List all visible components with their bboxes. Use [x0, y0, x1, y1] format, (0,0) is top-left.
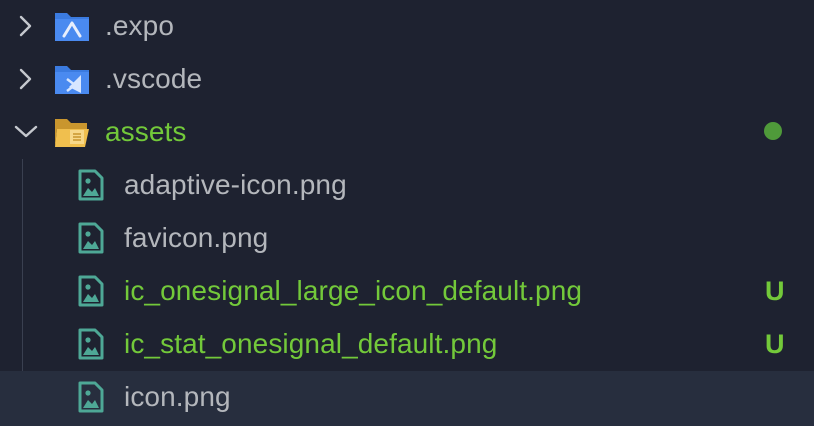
- tree-item-label: adaptive-icon.png: [124, 169, 347, 200]
- chevron-right-icon[interactable]: [11, 64, 41, 94]
- image-file-icon: [78, 381, 104, 413]
- git-modified-dot: [764, 122, 782, 140]
- tree-item-label: .expo: [105, 10, 174, 41]
- tree-item-vscode-folder[interactable]: .vscode: [0, 53, 814, 106]
- tree-item-file-selected[interactable]: icon.png: [0, 371, 814, 426]
- tree-item-label: ic_stat_onesignal_default.png: [124, 328, 498, 359]
- git-status-badge: U: [765, 276, 785, 306]
- tree-item-assets-folder[interactable]: assets: [0, 106, 814, 159]
- tree-item-label: favicon.png: [124, 222, 269, 253]
- tree-item-label: ic_onesignal_large_icon_default.png: [124, 275, 583, 306]
- chevron-right-icon[interactable]: [11, 11, 41, 41]
- expo-folder-icon: [55, 13, 89, 41]
- tree-item-file[interactable]: favicon.png: [0, 212, 814, 265]
- image-file-icon: [78, 222, 104, 254]
- tree-item-label: .vscode: [105, 63, 203, 94]
- image-file-icon: [78, 169, 104, 201]
- git-status-badge: U: [765, 329, 785, 359]
- tree-item-label: assets: [105, 116, 187, 147]
- tree-item-file[interactable]: adaptive-icon.png: [0, 159, 814, 212]
- tree-item-file[interactable]: ic_stat_onesignal_default.png U: [0, 318, 814, 371]
- vscode-folder-icon: [55, 66, 89, 94]
- tree-item-file[interactable]: ic_onesignal_large_icon_default.png U: [0, 265, 814, 318]
- image-file-icon: [78, 328, 104, 360]
- image-file-icon: [78, 275, 104, 307]
- assets-folder-open-icon: [55, 119, 89, 147]
- chevron-down-icon[interactable]: [11, 117, 41, 147]
- tree-item-expo-folder[interactable]: .expo: [0, 0, 814, 53]
- tree-item-label: icon.png: [124, 381, 231, 412]
- file-explorer-tree: .expo .vscode assets adaptive-icon.png f…: [0, 0, 814, 426]
